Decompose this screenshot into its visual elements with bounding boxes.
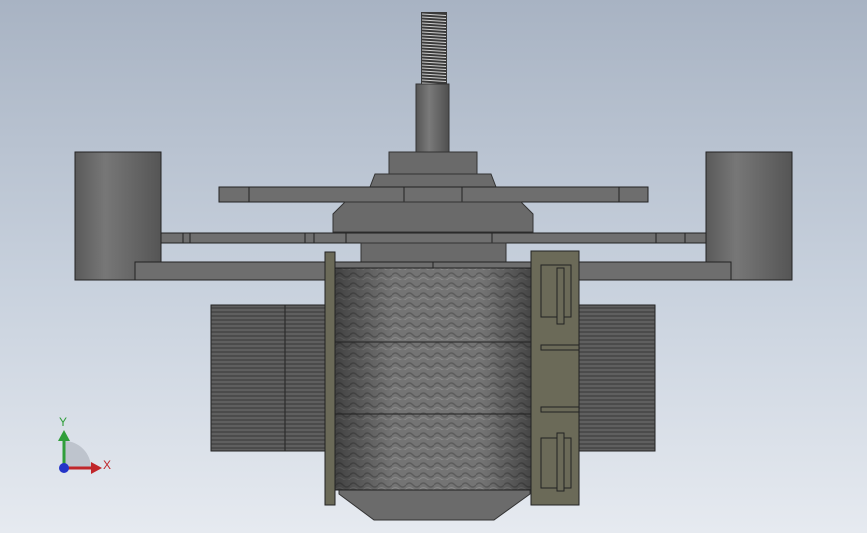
motor-assembly-model[interactable]: Y X [0,0,867,533]
bottom-housing[interactable] [338,487,531,521]
spindle[interactable] [415,83,450,155]
upper-flange-plate[interactable] [218,186,649,203]
terminal-bracket[interactable] [530,250,580,506]
central-body[interactable] [332,201,534,233]
threaded-shaft[interactable] [421,12,447,85]
y-axis-label: Y [59,415,67,429]
lower-flange-plate[interactable] [160,232,707,244]
left-lamination-stack[interactable] [210,304,327,452]
right-lamination-stack[interactable] [577,304,656,452]
left-cylinder[interactable] [74,151,162,281]
cad-viewport[interactable]: Y X [0,0,867,533]
z-axis-origin [59,463,69,473]
axis-triad: Y X [58,415,111,474]
coil-end-plate[interactable] [324,251,336,506]
winding-coil[interactable] [332,267,532,491]
right-cylinder[interactable] [705,151,793,281]
neck[interactable] [360,242,507,264]
hub-collar[interactable] [388,151,478,175]
x-axis-label: X [103,458,111,472]
